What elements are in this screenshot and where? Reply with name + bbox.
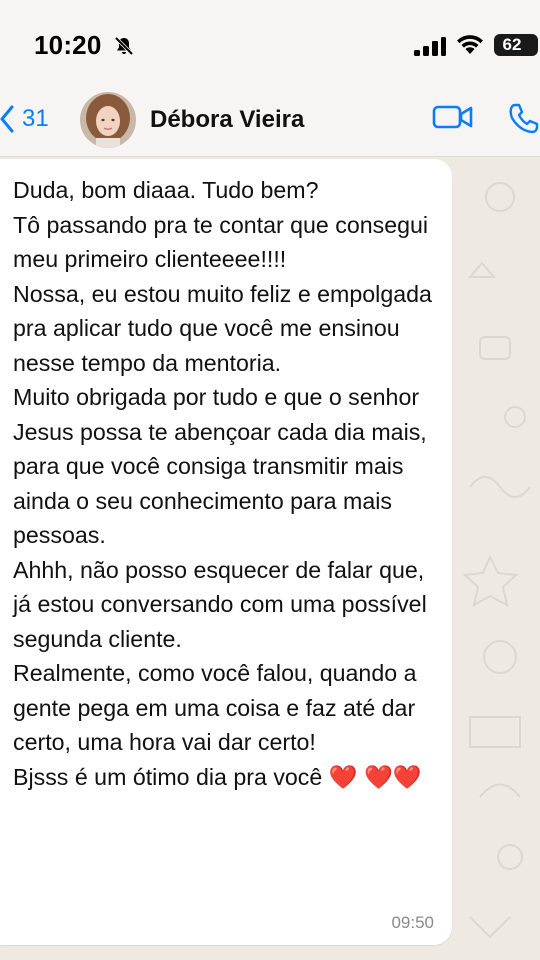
- back-button[interactable]: 31: [0, 102, 49, 136]
- bell-slash-icon: [114, 36, 134, 56]
- chat-area[interactable]: Duda, bom diaaa. Tudo bem? Tô passando p…: [0, 157, 540, 960]
- message-timestamp: 09:50: [391, 913, 434, 932]
- chevron-left-icon: [0, 105, 14, 133]
- status-time: 10:20: [34, 30, 102, 60]
- wifi-icon: [457, 35, 483, 54]
- status-bar: 10:20 62: [0, 0, 540, 80]
- signal-icon: [414, 37, 446, 56]
- message-bubble[interactable]: Duda, bom diaaa. Tudo bem? Tô passando p…: [0, 159, 452, 945]
- battery-level: 62: [502, 35, 522, 54]
- avatar[interactable]: [80, 92, 136, 148]
- battery-icon: 62: [494, 34, 538, 56]
- unread-count: 31: [22, 105, 49, 132]
- video-call-icon[interactable]: [432, 104, 474, 130]
- chat-header: 31 Débora Vieira: [0, 80, 540, 157]
- phone-icon[interactable]: [508, 102, 540, 134]
- message-text: Duda, bom diaaa. Tudo bem? Tô passando p…: [13, 177, 432, 790]
- contact-name[interactable]: Débora Vieira: [150, 106, 304, 134]
